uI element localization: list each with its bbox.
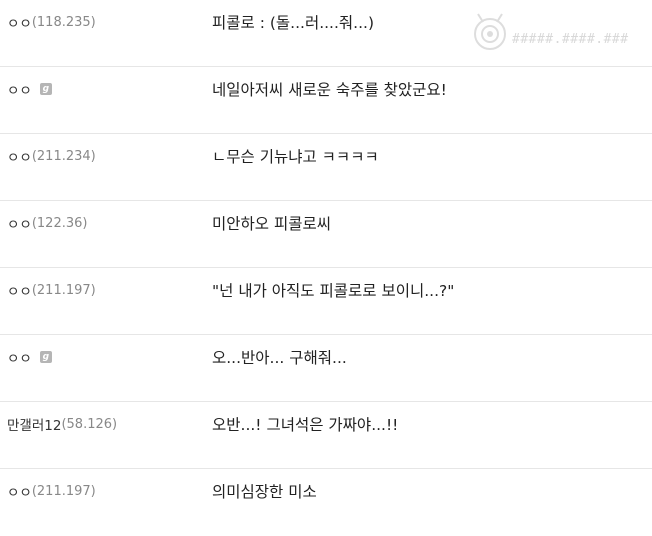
site-watermark: #####.####.### (470, 10, 645, 58)
comment-text: ㄴ무슨 기뉴냐고 ㅋㅋㅋㅋ (212, 148, 379, 166)
author-ip: (122.36) (31, 215, 88, 231)
comment-text: "넌 내가 아직도 피콜로로 보이니...?" (212, 282, 455, 300)
comment-text: 네일아저씨 새로운 숙주를 찾았군요! (212, 81, 447, 99)
comment-text: 의미심장한 미소 (212, 483, 317, 501)
comment-author[interactable]: ㅇㅇ (118.235) (7, 12, 96, 33)
comment-author[interactable]: ㅇㅇ g (7, 79, 52, 99)
comment-row: ㅇㅇ g 오...반아... 구해줘... (0, 335, 652, 402)
watermark-text: #####.####.### (512, 32, 629, 47)
author-ip: (211.234) (31, 148, 96, 164)
comment-author[interactable]: 만갤러12 (58.126) (7, 414, 118, 435)
member-badge-icon: g (39, 351, 52, 363)
comment-row: ㅇㅇ (211.197) "넌 내가 아직도 피콜로로 보이니...?" (0, 268, 652, 335)
author-nickname[interactable]: ㅇㅇ (7, 481, 32, 501)
comment-row: 만갤러12 (58.126) 오반...! 그녀석은 가짜야...!! (0, 402, 652, 469)
author-nickname[interactable]: ㅇㅇ (7, 79, 32, 99)
comment-row: ㅇㅇ (122.36) 미안하오 피콜로씨 (0, 201, 652, 268)
comment-text: 미안하오 피콜로씨 (212, 215, 332, 233)
comment-row: ㅇㅇ g 네일아저씨 새로운 숙주를 찾았군요! (0, 67, 652, 134)
comment-author[interactable]: ㅇㅇ (211.234) (7, 146, 96, 167)
comment-author[interactable]: ㅇㅇ (122.36) (7, 213, 88, 234)
author-ip: (211.197) (31, 483, 96, 499)
comment-row: ㅇㅇ (211.234) ㄴ무슨 기뉴냐고 ㅋㅋㅋㅋ (0, 134, 652, 201)
author-ip: (118.235) (31, 14, 96, 30)
comment-row: ㅇㅇ (211.197) 의미심장한 미소 (0, 469, 652, 536)
author-nickname[interactable]: ㅇㅇ (7, 146, 32, 166)
comment-text: 오반...! 그녀석은 가짜야...!! (212, 416, 399, 434)
author-ip: (58.126) (61, 416, 118, 432)
author-nickname[interactable]: 만갤러12 (7, 414, 61, 434)
comment-list: ㅇㅇ (118.235) 피콜로 : (돌...러....줘...) ㅇㅇ g … (0, 0, 652, 536)
comment-author[interactable]: ㅇㅇ (211.197) (7, 280, 96, 301)
author-nickname[interactable]: ㅇㅇ (7, 347, 32, 367)
member-badge-icon: g (39, 83, 52, 95)
watermark-logo-icon (474, 13, 506, 50)
author-nickname[interactable]: ㅇㅇ (7, 280, 32, 300)
author-nickname[interactable]: ㅇㅇ (7, 12, 32, 32)
comment-text: 오...반아... 구해줘... (212, 349, 347, 367)
author-nickname[interactable]: ㅇㅇ (7, 213, 32, 233)
comment-author[interactable]: ㅇㅇ g (7, 347, 52, 367)
comment-author[interactable]: ㅇㅇ (211.197) (7, 481, 96, 502)
author-ip: (211.197) (31, 282, 96, 298)
comment-text: 피콜로 : (돌...러....줘...) (212, 14, 375, 32)
